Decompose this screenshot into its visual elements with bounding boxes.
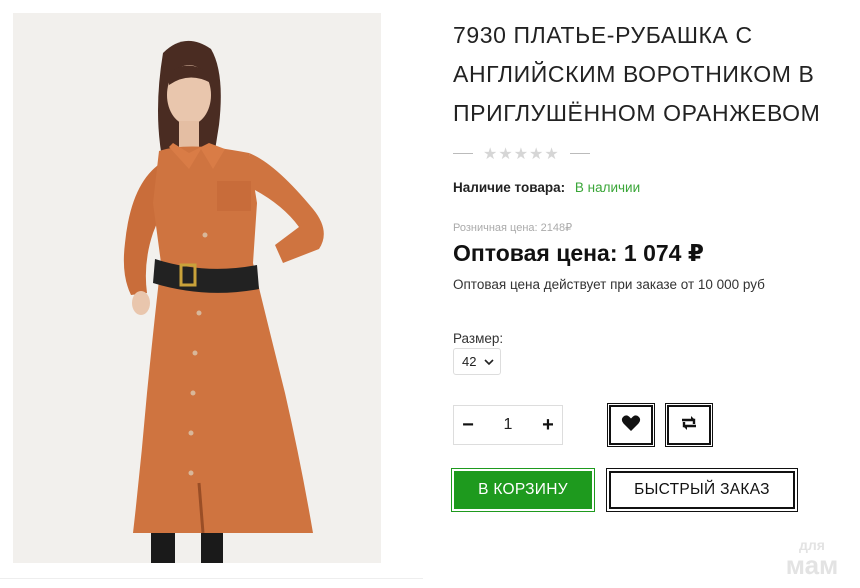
product-photo[interactable] (13, 13, 381, 563)
size-select[interactable]: 42 (453, 348, 501, 375)
quantity-value[interactable]: 1 (504, 416, 513, 434)
divider (0, 578, 423, 579)
size-value: 42 (462, 354, 477, 369)
wholesale-note: Оптовая цена действует при заказе от 10 … (453, 277, 765, 292)
wishlist-button[interactable] (607, 403, 655, 447)
rating-divider-left (453, 152, 473, 154)
compare-button[interactable] (665, 403, 713, 447)
add-to-cart-button[interactable]: В КОРЗИНУ (451, 468, 595, 512)
decrease-quantity-button[interactable]: − (454, 414, 482, 437)
stock-label: Наличие товара: (453, 180, 566, 195)
rating-stars[interactable]: ★★★★★ (483, 144, 560, 163)
increase-quantity-button[interactable]: + (534, 414, 562, 437)
quantity-stepper: − 1 + (453, 405, 563, 445)
chevron-down-icon (484, 354, 494, 369)
compare-arrows-icon (679, 414, 699, 437)
watermark-logo: для мам (776, 538, 848, 578)
rating-divider-right (569, 152, 590, 154)
size-label: Размер: (453, 331, 504, 346)
wholesale-price: Оптовая цена: 1 074 ₽ (453, 240, 704, 266)
product-title: 7930 ПЛАТЬЕ-РУБАШКА С АНГЛИЙСКИМ ВОРОТНИ… (453, 22, 821, 126)
heart-icon (621, 414, 641, 437)
watermark-line-2: мам (785, 550, 839, 580)
rating: ★★★★★ (453, 143, 590, 163)
stock-value: В наличии (574, 180, 641, 195)
retail-price: Розничная цена: 2148₽ (453, 222, 573, 234)
quick-order-button[interactable]: БЫСТРЫЙ ЗАКАЗ (606, 468, 798, 512)
stock-status: Наличие товара: В наличии (453, 180, 640, 195)
